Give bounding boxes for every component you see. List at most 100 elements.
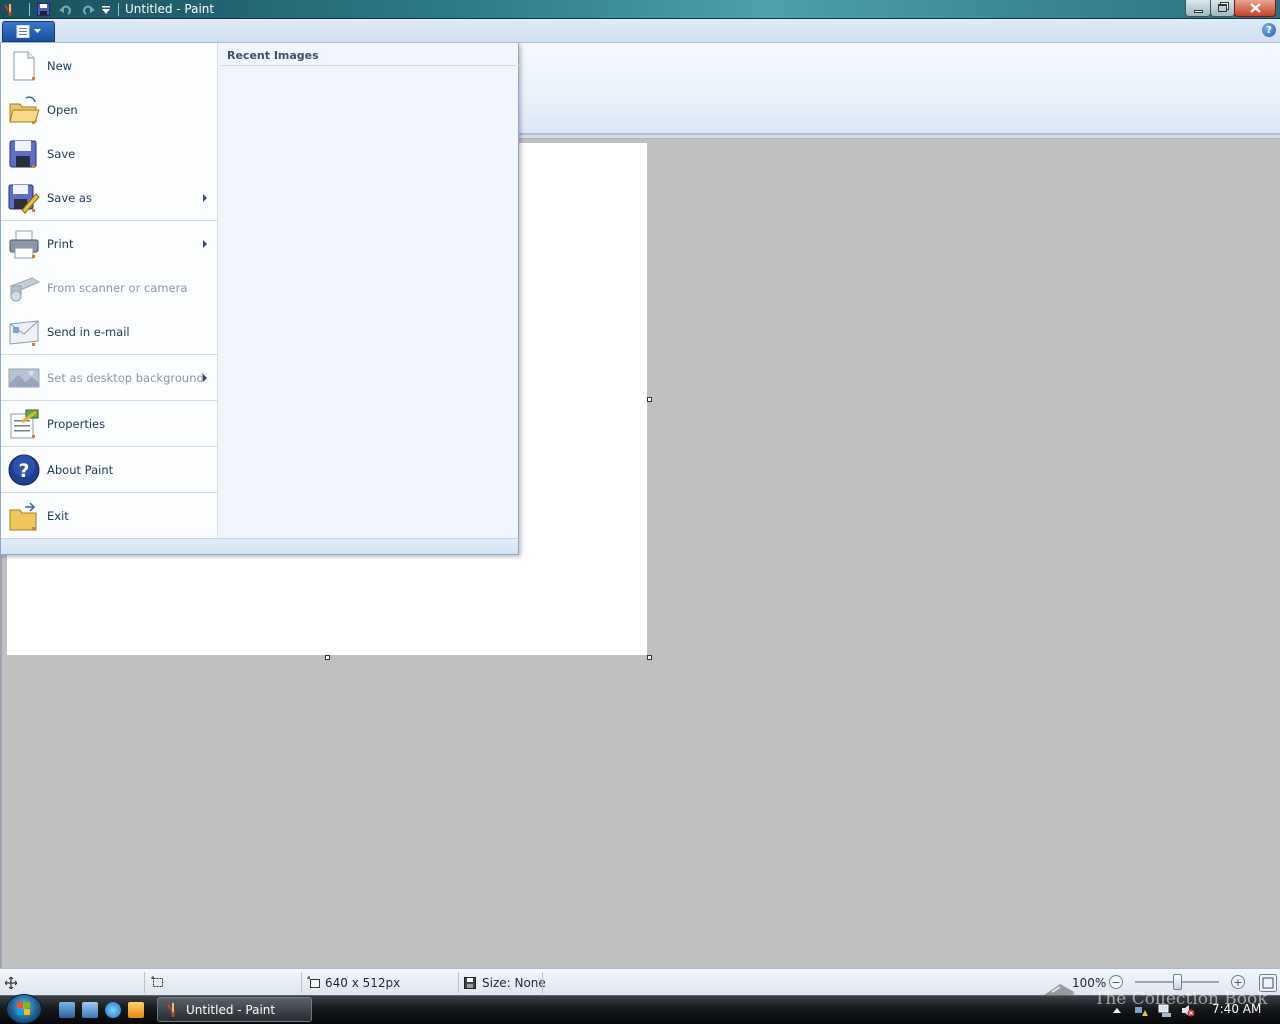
paint-app-icon[interactable] xyxy=(2,2,18,17)
menu-item-exit[interactable]: Exit xyxy=(1,494,218,538)
menu-item-label: Send in e-mail xyxy=(47,325,130,339)
menu-item-save[interactable]: Save xyxy=(1,132,218,176)
tray-network-warning-icon[interactable] xyxy=(1134,1004,1148,1017)
selection-size-indicator xyxy=(151,969,165,996)
menu-separator xyxy=(1,354,218,355)
canvas-resize-handle-corner[interactable] xyxy=(647,655,652,660)
email-icon xyxy=(9,320,39,346)
switch-windows-icon[interactable] xyxy=(82,1002,98,1018)
tray-computer-icon[interactable] xyxy=(1158,1004,1172,1017)
tray-show-hidden-icon[interactable] xyxy=(1110,1004,1124,1017)
minimize-icon xyxy=(1193,9,1203,13)
internet-explorer-icon[interactable] xyxy=(105,1002,121,1018)
menu-item-label: From scanner or camera xyxy=(47,281,188,295)
title-bar: Untitled - Paint xyxy=(0,0,1280,19)
new-document-icon xyxy=(13,51,35,81)
menu-item-label: About Paint xyxy=(47,463,114,477)
chevron-down-icon xyxy=(34,29,41,33)
qat-redo-icon[interactable] xyxy=(80,2,96,17)
menu-item-label: Print xyxy=(47,237,74,251)
application-menu-button[interactable] xyxy=(2,21,55,42)
windows-logo-icon xyxy=(17,1002,30,1015)
save-disk-icon xyxy=(9,140,37,168)
canvas-resize-handle-bottom[interactable] xyxy=(325,655,330,660)
menu-item-about-paint[interactable]: ? About Paint xyxy=(1,448,218,492)
svg-text:?: ? xyxy=(18,460,29,482)
qat-separator xyxy=(29,3,30,16)
menu-item-label: Save xyxy=(47,147,76,161)
taskbar-button-paint[interactable]: Untitled - Paint xyxy=(157,997,312,1022)
taskbar-button-label: Untitled - Paint xyxy=(186,1002,276,1017)
close-icon xyxy=(1249,3,1261,13)
status-bar: 640 x 512px Size: None 100% − + xyxy=(0,968,1280,995)
cursor-position-indicator xyxy=(5,969,17,996)
cursor-crosshair-icon xyxy=(5,976,17,989)
menu-item-label: Open xyxy=(47,103,78,117)
menu-item-send-email[interactable]: Send in e-mail xyxy=(1,310,218,354)
menu-item-label: Properties xyxy=(47,417,106,431)
recent-images-divider xyxy=(220,65,519,66)
open-folder-icon xyxy=(9,96,40,124)
selection-size-icon xyxy=(151,976,163,987)
file-size-disk-icon xyxy=(464,976,476,989)
qat-separator xyxy=(118,3,119,16)
menu-item-label: New xyxy=(47,59,73,73)
menu-item-label: Save as xyxy=(47,191,92,205)
help-question-icon: ? xyxy=(8,454,40,486)
save-as-icon xyxy=(8,184,40,214)
minimize-button[interactable] xyxy=(1185,0,1211,17)
restore-button[interactable] xyxy=(1210,0,1235,17)
menu-item-label: Exit xyxy=(47,509,69,523)
properties-icon xyxy=(10,409,39,439)
file-size-text: Size: None xyxy=(482,975,546,990)
media-player-icon[interactable] xyxy=(128,1002,144,1018)
status-divider xyxy=(542,972,543,993)
printer-icon xyxy=(9,230,39,259)
status-divider xyxy=(458,972,459,993)
menu-item-print[interactable]: Print xyxy=(1,222,218,266)
document-menu-icon xyxy=(16,25,30,38)
menu-item-save-as[interactable]: Save as xyxy=(1,176,218,220)
restore-icon xyxy=(1218,4,1227,12)
canvas-size-indicator: 640 x 512px xyxy=(307,969,400,996)
zoom-slider-thumb[interactable] xyxy=(1172,974,1182,990)
application-menu: New Open Save Save as Print From scanner… xyxy=(0,43,519,555)
recent-images-heading: Recent Images xyxy=(227,49,319,62)
file-size-indicator: Size: None xyxy=(464,969,546,996)
show-desktop-icon[interactable] xyxy=(59,1002,75,1018)
menu-separator xyxy=(1,220,218,221)
menu-item-from-scanner: From scanner or camera xyxy=(1,266,218,310)
menu-item-label: Set as desktop background xyxy=(47,371,204,385)
submenu-arrow-icon xyxy=(203,194,207,202)
scanner-icon xyxy=(9,277,40,302)
menu-item-properties[interactable]: Properties xyxy=(1,402,218,446)
qat-customize-dropdown-icon[interactable] xyxy=(98,2,114,17)
help-icon[interactable]: ? xyxy=(1262,23,1276,37)
menu-footer xyxy=(1,538,518,554)
taskbar-clock[interactable]: 7:40 AM xyxy=(1212,1002,1261,1016)
desktop-background-icon xyxy=(8,368,40,388)
menu-item-set-desktop-background: Set as desktop background xyxy=(1,356,218,400)
submenu-arrow-icon xyxy=(203,374,207,382)
submenu-arrow-icon xyxy=(203,240,207,248)
menu-separator xyxy=(1,492,218,493)
exit-icon xyxy=(9,502,37,531)
zoom-out-button[interactable]: − xyxy=(1109,975,1123,989)
close-button[interactable] xyxy=(1234,0,1276,17)
canvas-size-icon xyxy=(307,976,320,988)
qat-undo-icon[interactable] xyxy=(57,2,73,17)
zoom-in-button[interactable]: + xyxy=(1231,975,1245,989)
status-divider xyxy=(144,972,145,993)
canvas-resize-handle-right[interactable] xyxy=(647,397,652,402)
start-button[interactable] xyxy=(6,994,42,1024)
menu-item-new[interactable]: New xyxy=(1,44,218,88)
menu-commands-panel: New Open Save Save as Print From scanner… xyxy=(1,43,218,538)
ribbon-tab-row: ? xyxy=(0,19,1280,43)
paint-app-icon xyxy=(167,1003,175,1017)
window-title: Untitled - Paint xyxy=(125,2,215,16)
menu-item-open[interactable]: Open xyxy=(1,88,218,132)
status-divider xyxy=(301,972,302,993)
menu-separator xyxy=(1,400,218,401)
tray-volume-muted-icon[interactable] xyxy=(1181,1004,1195,1017)
qat-save-icon[interactable] xyxy=(35,2,51,17)
